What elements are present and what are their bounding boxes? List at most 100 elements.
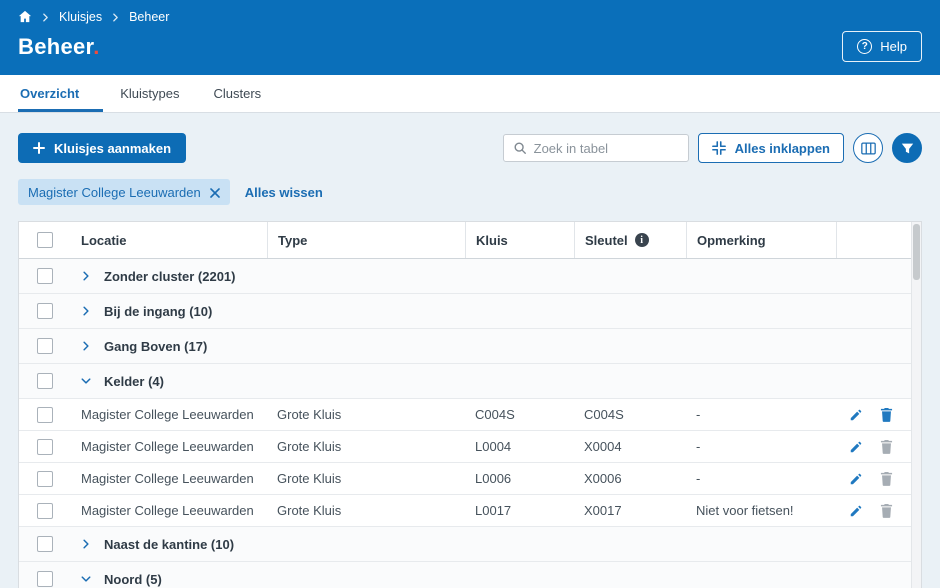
cell-sleutel: X0004: [584, 439, 622, 454]
row-checkbox[interactable]: [37, 373, 53, 389]
column-header-label: Opmerking: [697, 232, 766, 248]
tab-clusters[interactable]: Clusters: [197, 75, 279, 112]
help-button-label: Help: [880, 39, 907, 54]
help-button[interactable]: Help: [842, 31, 922, 62]
tab-label: Clusters: [213, 86, 262, 101]
lockers-table: Locatie Type Kluis Sleutel Opmerking Zon…: [18, 221, 922, 588]
delete-icon[interactable]: [880, 407, 893, 422]
table-search: [502, 134, 689, 162]
row-checkbox[interactable]: [37, 406, 53, 423]
table-row: Magister College Leeuwarden Grote Kluis …: [19, 463, 921, 495]
create-lockers-label: Kluisjes aanmaken: [54, 140, 172, 156]
group-label: Zonder cluster (2201): [104, 268, 236, 284]
column-header-sleutel[interactable]: Sleutel: [574, 222, 686, 258]
chevron-down-icon[interactable]: [81, 376, 91, 386]
column-header-label: Type: [278, 232, 308, 248]
cell-opmerking: -: [696, 439, 701, 454]
column-header-kluis[interactable]: Kluis: [465, 222, 574, 258]
row-checkbox[interactable]: [37, 338, 53, 354]
group-label: Gang Boven (17): [104, 338, 208, 354]
cell-kluis: L0006: [475, 471, 512, 486]
filter-chip-label: Magister College Leeuwarden: [28, 184, 201, 200]
group-row-bij-de-ingang[interactable]: Bij de ingang (10): [19, 294, 921, 329]
info-icon[interactable]: [634, 233, 649, 247]
collapse-icon: [711, 141, 726, 155]
row-checkbox[interactable]: [37, 502, 53, 519]
group-label: Bij de ingang (10): [104, 303, 213, 319]
chevron-right-icon: [111, 13, 120, 22]
group-row-gang-boven[interactable]: Gang Boven (17): [19, 329, 921, 364]
search-input[interactable]: [533, 140, 679, 156]
delete-icon[interactable]: [880, 471, 893, 486]
cell-kluis: L0004: [475, 439, 512, 454]
group-label: Noord (5): [104, 571, 162, 587]
tab-overzicht[interactable]: Overzicht: [18, 75, 103, 112]
table-scrollbar[interactable]: [911, 222, 921, 588]
filter-button[interactable]: [892, 133, 922, 163]
columns-icon: [860, 141, 876, 155]
cell-kluis: L0017: [475, 503, 512, 518]
table-row: Magister College Leeuwarden Grote Kluis …: [19, 399, 921, 431]
breadcrumb: Kluisjes Beheer: [18, 10, 922, 24]
cell-type: Grote Kluis: [277, 439, 342, 454]
collapse-all-button[interactable]: Alles inklappen: [697, 133, 844, 163]
cell-sleutel: C004S: [584, 407, 624, 422]
active-filters: Magister College Leeuwarden Alles wissen: [18, 179, 922, 205]
column-header-label: Locatie: [81, 232, 127, 248]
page-title: Beheer.: [18, 34, 100, 60]
row-checkbox[interactable]: [37, 438, 53, 455]
select-all-checkbox[interactable]: [37, 232, 53, 248]
chevron-right-icon[interactable]: [81, 539, 91, 549]
delete-icon[interactable]: [880, 503, 893, 518]
chevron-down-icon[interactable]: [81, 574, 91, 584]
row-checkbox[interactable]: [37, 571, 53, 587]
breadcrumb-item-beheer[interactable]: Beheer: [129, 10, 169, 24]
column-header-actions: [836, 222, 921, 258]
row-checkbox[interactable]: [37, 470, 53, 487]
group-label: Naast de kantine (10): [104, 536, 235, 552]
scrollbar-thumb[interactable]: [913, 224, 920, 280]
group-label: Kelder (4): [104, 373, 164, 389]
row-checkbox[interactable]: [37, 536, 53, 552]
tab-label: Kluistypes: [120, 86, 180, 101]
home-icon[interactable]: [18, 10, 32, 23]
row-checkbox[interactable]: [37, 268, 53, 284]
cell-locatie: Magister College Leeuwarden: [81, 503, 254, 518]
cell-locatie: Magister College Leeuwarden: [81, 439, 254, 454]
table-row: Magister College Leeuwarden Grote Kluis …: [19, 495, 921, 527]
edit-icon[interactable]: [849, 408, 863, 422]
column-settings-button[interactable]: [853, 133, 883, 163]
column-header-opmerking[interactable]: Opmerking: [686, 222, 836, 258]
cell-sleutel: X0006: [584, 471, 622, 486]
cell-opmerking: -: [696, 407, 701, 422]
close-icon[interactable]: [209, 187, 220, 198]
edit-icon[interactable]: [849, 504, 863, 518]
page-title-dot: .: [93, 33, 100, 59]
cell-type: Grote Kluis: [277, 407, 342, 422]
column-header-locatie[interactable]: Locatie: [71, 222, 267, 258]
group-row-kelder[interactable]: Kelder (4): [19, 364, 921, 399]
edit-icon[interactable]: [849, 440, 863, 454]
cell-opmerking: -: [696, 471, 701, 486]
breadcrumb-item-kluisjes[interactable]: Kluisjes: [59, 10, 102, 24]
chevron-right-icon[interactable]: [81, 306, 91, 316]
column-header-type[interactable]: Type: [267, 222, 465, 258]
group-row-noord[interactable]: Noord (5): [19, 562, 921, 588]
chevron-right-icon[interactable]: [81, 341, 91, 351]
cell-type: Grote Kluis: [277, 503, 342, 518]
search-icon: [513, 141, 527, 155]
chevron-right-icon[interactable]: [81, 271, 91, 281]
row-checkbox[interactable]: [37, 303, 53, 319]
group-row-naast-de-kantine[interactable]: Naast de kantine (10): [19, 527, 921, 562]
tab-label: Overzicht: [20, 86, 80, 101]
tab-kluistypes[interactable]: Kluistypes: [103, 75, 196, 112]
group-row-zonder-cluster[interactable]: Zonder cluster (2201): [19, 259, 921, 294]
cell-locatie: Magister College Leeuwarden: [81, 471, 254, 486]
edit-icon[interactable]: [849, 472, 863, 486]
cell-type: Grote Kluis: [277, 471, 342, 486]
column-header-label: Kluis: [476, 232, 508, 248]
delete-icon[interactable]: [880, 439, 893, 454]
question-icon: [857, 39, 873, 54]
clear-all-filters-link[interactable]: Alles wissen: [245, 185, 323, 200]
create-lockers-button[interactable]: Kluisjes aanmaken: [18, 133, 187, 163]
